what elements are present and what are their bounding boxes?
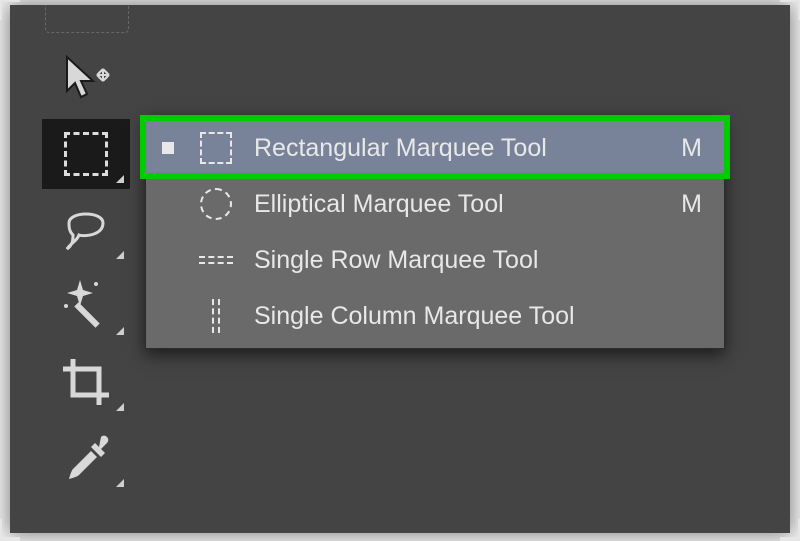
flyout-indicator-icon — [116, 251, 124, 259]
magic-wand-tool-icon — [60, 280, 112, 332]
move-tool[interactable] — [42, 43, 130, 113]
flyout-item-label: Single Row Marquee Tool — [254, 246, 672, 275]
flyout-item-single-column-marquee[interactable]: Single Column Marquee Tool — [146, 288, 724, 344]
flyout-item-elliptical-marquee[interactable]: Elliptical Marquee Tool M — [146, 176, 724, 232]
flyout-item-label: Single Column Marquee Tool — [254, 302, 672, 331]
flyout-indicator-icon — [116, 327, 124, 335]
active-tool-indicator — [162, 142, 174, 154]
flyout-indicator-icon — [116, 403, 124, 411]
rectangular-marquee-icon — [64, 132, 108, 176]
app-frame: Rectangular Marquee Tool M Elliptical Ma… — [10, 5, 790, 533]
panel-outline — [45, 5, 129, 33]
move-tool-icon — [61, 53, 111, 103]
marquee-tool[interactable] — [42, 119, 130, 189]
single-column-marquee-icon — [196, 298, 236, 334]
crop-tool-icon — [61, 357, 111, 407]
rectangular-marquee-icon — [196, 130, 236, 166]
flyout-item-shortcut: M — [672, 134, 702, 163]
flyout-indicator-icon — [116, 175, 124, 183]
flyout-item-rectangular-marquee[interactable]: Rectangular Marquee Tool M — [146, 120, 724, 176]
flyout-item-shortcut: M — [672, 190, 702, 219]
crop-tool[interactable] — [42, 347, 130, 417]
marquee-flyout-menu: Rectangular Marquee Tool M Elliptical Ma… — [145, 115, 725, 349]
flyout-item-label: Elliptical Marquee Tool — [254, 190, 672, 219]
eyedropper-tool-icon — [61, 433, 111, 483]
magic-wand-tool[interactable] — [42, 271, 130, 341]
elliptical-marquee-icon — [196, 186, 236, 222]
lasso-tool[interactable] — [42, 195, 130, 265]
flyout-item-single-row-marquee[interactable]: Single Row Marquee Tool — [146, 232, 724, 288]
flyout-indicator-icon — [116, 479, 124, 487]
eyedropper-tool[interactable] — [42, 423, 130, 493]
tools-toolbar — [40, 43, 132, 493]
single-row-marquee-icon — [196, 242, 236, 278]
flyout-item-label: Rectangular Marquee Tool — [254, 134, 672, 163]
lasso-tool-icon — [59, 205, 113, 255]
